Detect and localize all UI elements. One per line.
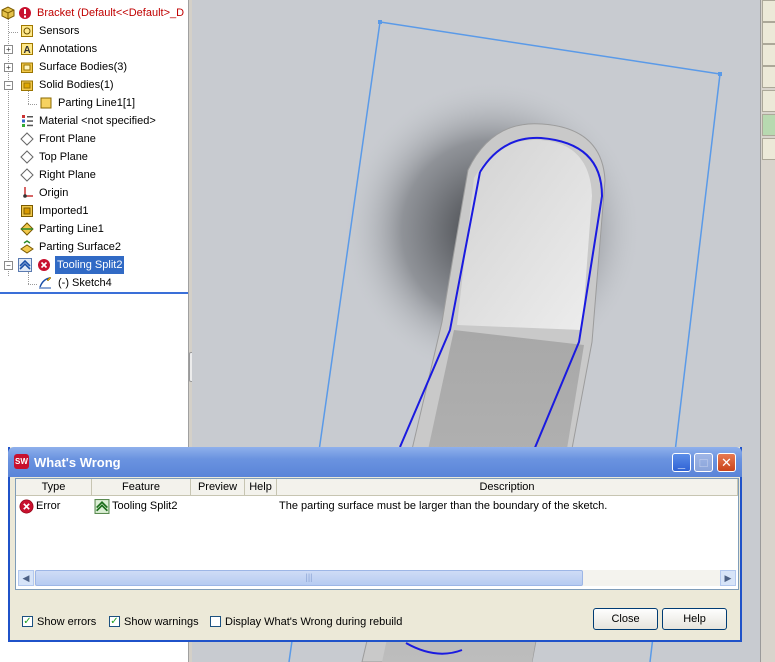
part-icon [1,6,15,20]
view-palette-icon[interactable] [762,90,775,112]
tree-item-parting-surface2[interactable]: Parting Surface2 [0,238,188,256]
error-icon [19,7,31,19]
tree-item-material[interactable]: Material <not specified> [0,112,188,130]
tree-item-top-plane[interactable]: Top Plane [0,148,188,166]
tree-item-right-plane[interactable]: Right Plane [0,166,188,184]
solidworks-app-icon: SW [14,454,29,469]
checkbox-checked[interactable]: ✓ [109,616,120,627]
error-icon [19,499,34,514]
whats-wrong-dialog: SW What's Wrong _ □ ✕ Type Feature Previ… [8,447,742,642]
horizontal-scrollbar[interactable]: ◀ ||| ▶ [18,570,736,586]
parting-line-icon [20,222,34,236]
sketch-icon [39,276,52,289]
expand-toggle[interactable]: + [4,63,13,72]
expand-toggle[interactable]: + [4,45,13,54]
tree-root-bracket[interactable]: Bracket (Default<<Default>_D [0,4,188,22]
origin-icon [23,187,33,198]
column-header-help[interactable]: Help [245,479,277,496]
column-header-preview[interactable]: Preview [191,479,245,496]
tree-item-imported1[interactable]: Imported1 [0,202,188,220]
collapse-toggle[interactable]: − [4,81,13,90]
minimize-icon[interactable]: _ [672,453,691,472]
task-pane-tabs [760,0,775,662]
tree-item-annotations[interactable]: + A Annotations [0,40,188,58]
body-icon [40,97,52,109]
tree-item-sensors[interactable]: Sensors [0,22,188,40]
maximize-icon: □ [694,453,713,472]
plane-icon [20,150,34,164]
scroll-right-icon[interactable]: ▶ [720,570,736,586]
collapse-toggle[interactable]: − [4,261,13,270]
plane-icon [20,132,34,146]
row-type: Error [36,500,61,512]
resources-icon[interactable] [762,22,775,44]
material-icon [22,115,33,127]
file-explorer-icon[interactable] [762,66,775,88]
svg-text:A: A [24,45,31,56]
column-header-type[interactable]: Type [16,479,92,496]
scroll-thumb[interactable]: ||| [35,570,583,586]
tooling-split-icon [94,499,110,514]
imported-icon [21,205,33,217]
tree-item-parting-line1-body[interactable]: Parting Line1[1] [0,94,188,112]
tree-item-parting-line1[interactable]: Parting Line1 [0,220,188,238]
tree-item-surface-bodies[interactable]: + Surface Bodies(3) [0,58,188,76]
custom-properties-icon[interactable] [762,138,775,160]
tree-item-front-plane[interactable]: Front Plane [0,130,188,148]
tree-item-solid-bodies[interactable]: − Solid Bodies(1) [0,76,188,94]
column-header-description[interactable]: Description [277,479,738,496]
plane-corner-handle[interactable] [718,72,722,76]
plane-icon [20,168,34,182]
row-description: The parting surface must be larger than … [279,500,608,512]
tree-root-label: Bracket (Default<<Default>_D [37,7,185,19]
help-button[interactable]: Help [662,608,727,630]
tree-divider [0,292,188,294]
row-feature: Tooling Split2 [112,500,178,512]
error-icon [38,259,50,271]
design-library-icon[interactable] [762,44,775,66]
close-icon[interactable]: ✕ [717,453,736,472]
plane-corner-handle[interactable] [378,20,382,24]
scroll-left-icon[interactable]: ◀ [18,570,34,586]
tooling-split-icon [18,258,32,272]
annotations-icon: A [21,43,33,56]
tree-item-tooling-split2[interactable]: − Tooling Split2 [0,256,188,274]
folder-icon [21,62,33,73]
appearances-icon[interactable] [762,114,775,136]
tree-item-sketch4[interactable]: (-) Sketch4 [0,274,188,292]
column-header-feature[interactable]: Feature [92,479,191,496]
checkbox-unchecked[interactable] [210,616,221,627]
problems-list[interactable]: Type Feature Preview Help Description Er… [15,478,739,590]
close-button[interactable]: Close [593,608,658,630]
sensor-icon [21,25,33,37]
dialog-title: What's Wrong [34,455,121,470]
folder-icon [21,80,33,91]
parting-surface-icon [20,240,34,254]
checkbox-checked[interactable]: ✓ [22,616,33,627]
dialog-title-bar[interactable]: SW What's Wrong _ □ ✕ [8,447,742,477]
tree-item-origin[interactable]: Origin [0,184,188,202]
home-icon[interactable] [762,0,775,22]
